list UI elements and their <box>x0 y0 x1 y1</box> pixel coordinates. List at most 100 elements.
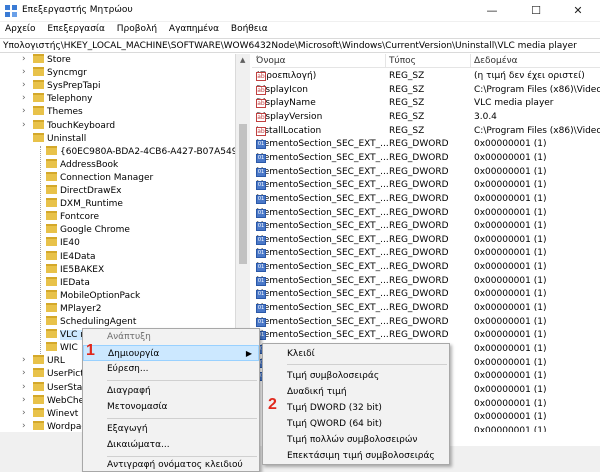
tree-item[interactable]: Syncmgr <box>33 67 87 80</box>
value-row[interactable]: ab DisplayVersion REG_SZ 3.0.4 <box>252 111 600 125</box>
tree-item[interactable]: WebChe <box>33 394 84 408</box>
minimize-button[interactable]: — <box>470 0 514 22</box>
tree-item[interactable]: AddressBook <box>46 158 118 172</box>
value-row[interactable]: 01MementoSection_SEC_EXT_...REG_DWORD 0x0… <box>252 234 600 248</box>
menu-item-export[interactable]: Εξαγωγή <box>83 421 259 437</box>
expand-chevron-icon[interactable]: › <box>22 54 26 67</box>
expand-chevron-icon[interactable]: › <box>22 408 26 421</box>
value-row[interactable]: 01MementoSection_SEC_EXT_...REG_DWORD 0x0… <box>252 316 600 330</box>
expand-chevron-icon[interactable]: › <box>22 120 26 133</box>
value-row[interactable]: 01MementoSection_SEC_EXT_...REG_DWORD 0x0… <box>252 207 600 221</box>
menu-item-find[interactable]: Εύρεση... <box>83 361 259 377</box>
tree-item[interactable]: TouchKeyboard <box>33 119 115 133</box>
value-row[interactable]: 01MementoSection_SEC_EXT_...REG_DWORD 0x0… <box>252 288 600 302</box>
menu-item-copy-key-name[interactable]: Αντιγραφή ονόματος κλειδιού <box>83 457 259 472</box>
tree-item[interactable]: UserPictu <box>33 368 89 381</box>
tree-item[interactable]: IE40 <box>46 237 80 250</box>
close-button[interactable]: ✕ <box>556 0 600 22</box>
tree-item[interactable]: Store <box>33 54 71 67</box>
folder-icon <box>33 368 44 378</box>
tree-item[interactable]: MPlayer2 <box>46 302 102 316</box>
expand-chevron-icon[interactable]: › <box>22 80 26 93</box>
value-row[interactable]: 01MementoSection_SEC_EXT_...REG_DWORD 0x0… <box>252 302 600 316</box>
menu-favorites[interactable]: Αγαπημένα <box>165 22 223 36</box>
column-type-header[interactable]: Τύπος <box>389 56 416 66</box>
tree-item[interactable]: IEData <box>46 276 90 290</box>
value-data-cell: 0x00000001 (1) <box>474 344 547 354</box>
column-divider[interactable] <box>470 54 471 68</box>
value-row[interactable]: 01MementoSection_SEC_EXT_...REG_DWORD 0x0… <box>252 261 600 275</box>
folder-icon <box>46 237 57 247</box>
tree-guide-line <box>40 146 41 354</box>
expand-chevron-icon[interactable]: › <box>22 395 26 408</box>
menu-item-new[interactable]: Δημιουργία ▶ <box>83 345 259 361</box>
expand-chevron-icon[interactable]: › <box>22 421 26 432</box>
expand-chevron-icon[interactable]: › <box>22 382 26 395</box>
scroll-up-icon[interactable]: ▲ <box>240 56 245 64</box>
value-data-cell: 0x00000001 (1) <box>474 248 547 259</box>
submenu-item-expandable-string-value[interactable]: Επεκτάσιμη τιμή συμβολοσειράς <box>263 448 449 464</box>
tree-item[interactable]: Wordpad <box>33 420 87 432</box>
tree-item[interactable]: Uninstall <box>33 132 86 146</box>
value-row[interactable]: 01MementoSection_SEC_EXT_...REG_DWORD 0x0… <box>252 329 600 343</box>
column-divider[interactable] <box>385 54 386 68</box>
tree-item[interactable]: IE5BAKEX <box>46 263 104 277</box>
menu-item-rename[interactable]: Μετονομασία <box>83 399 259 415</box>
menu-view[interactable]: Προβολή <box>113 22 161 36</box>
submenu-item-key[interactable]: Κλειδί <box>263 346 449 362</box>
tree-item[interactable]: WIC <box>46 342 78 355</box>
tree-item[interactable]: URL <box>33 355 65 368</box>
menu-item-expand[interactable]: Ανάπτυξη <box>83 329 259 345</box>
tree-item[interactable]: Telephony <box>33 93 93 106</box>
menu-item-permissions[interactable]: Δικαιώματα... <box>83 437 259 453</box>
menu-edit[interactable]: Επεξεργασία <box>43 22 109 36</box>
expand-chevron-icon[interactable]: › <box>22 355 26 368</box>
column-data-header[interactable]: Δεδομένα <box>474 56 518 66</box>
submenu-item-dword-value[interactable]: Τιμή DWORD (32 bit) <box>263 400 449 416</box>
binary-value-icon: 01 <box>256 317 266 327</box>
tree-item[interactable]: Fontcore <box>46 211 99 224</box>
value-name: MementoSection_SEC_EXT_... <box>256 303 389 314</box>
tree-item[interactable]: IE4Data <box>46 250 96 264</box>
tree-item-label: MobileOptionPack <box>60 290 141 301</box>
tree-item[interactable]: {60EC980A-BDA2-4CB6-A427-B07A5498B4CA} <box>46 145 235 159</box>
value-row[interactable]: 01MementoSection_SEC_EXT_...REG_DWORD 0x0… <box>252 275 600 289</box>
value-name: MementoSection_SEC_EXT_... <box>256 330 389 341</box>
value-row[interactable]: ab (Προεπιλογή) REG_SZ (η τιμή δεν έχει ορι… <box>252 70 600 84</box>
value-row[interactable]: 01MementoSection_SEC_EXT_...REG_DWORD 0x0… <box>252 138 600 152</box>
tree-item[interactable]: Connection Manager <box>46 171 153 185</box>
expand-chevron-icon[interactable]: › <box>22 93 26 106</box>
tree-item[interactable]: DXM_Runtime <box>46 198 123 211</box>
value-row[interactable]: ab DisplayIcon REG_SZ C:\Program Files (x86… <box>252 84 600 98</box>
tree-item-label: Themes <box>47 107 83 118</box>
submenu-item-qword-value[interactable]: Τιμή QWORD (64 bit) <box>263 416 449 432</box>
expand-chevron-icon[interactable]: › <box>22 106 26 119</box>
tree-item[interactable]: MobileOptionPack <box>46 289 141 303</box>
menu-item-delete[interactable]: Διαγραφή <box>83 383 259 399</box>
menu-help[interactable]: Βοήθεια <box>227 22 272 36</box>
expand-chevron-icon[interactable]: › <box>22 368 26 381</box>
tree-item[interactable]: Winevt <box>33 407 78 421</box>
column-name-header[interactable]: Όνομα <box>256 56 286 66</box>
tree-item[interactable]: SysPrepTapi <box>33 80 101 93</box>
value-row[interactable]: 01MementoSection_SEC_EXT_...REG_DWORD 0x0… <box>252 247 600 261</box>
maximize-button[interactable]: ☐ <box>514 0 558 22</box>
value-row[interactable]: 01MementoSection_SEC_EXT_...REG_DWORD 0x0… <box>252 152 600 166</box>
tree-item[interactable]: Themes <box>33 106 83 119</box>
submenu-item-binary-value[interactable]: Δυαδική τιμή <box>263 384 449 400</box>
submenu-item-multi-string-value[interactable]: Τιμή πολλών συμβολοσειρών <box>263 432 449 448</box>
value-row[interactable]: 01MementoSection_SEC_EXT_...REG_DWORD 0x0… <box>252 179 600 193</box>
expand-chevron-icon[interactable]: › <box>22 67 26 80</box>
value-row[interactable]: ab DisplayName REG_SZ VLC media player <box>252 97 600 111</box>
tree-item[interactable]: Google Chrome <box>46 224 130 237</box>
tree-item[interactable]: DirectDrawEx <box>46 185 121 198</box>
value-row[interactable]: ab InstallLocation REG_SZ C:\Program Files … <box>252 125 600 139</box>
submenu-item-string-value[interactable]: Τιμή συμβολοσειράς <box>263 368 449 384</box>
new-submenu: Κλειδί Τιμή συμβολοσειράς Δυαδική τιμή Τ… <box>262 343 450 465</box>
value-row[interactable]: 01MementoSection_SEC_EXT_...REG_DWORD 0x0… <box>252 220 600 234</box>
address-bar[interactable]: Υπολογιστής\HKEY_LOCAL_MACHINE\SOFTWARE\… <box>0 38 600 53</box>
value-row[interactable]: 01MementoSection_SEC_EXT_...REG_DWORD 0x0… <box>252 193 600 207</box>
menu-file[interactable]: Αρχείο <box>1 22 40 36</box>
value-row[interactable]: 01MementoSection_SEC_EXT_...REG_DWORD 0x0… <box>252 166 600 180</box>
tree-scroll-thumb[interactable] <box>239 124 247 264</box>
